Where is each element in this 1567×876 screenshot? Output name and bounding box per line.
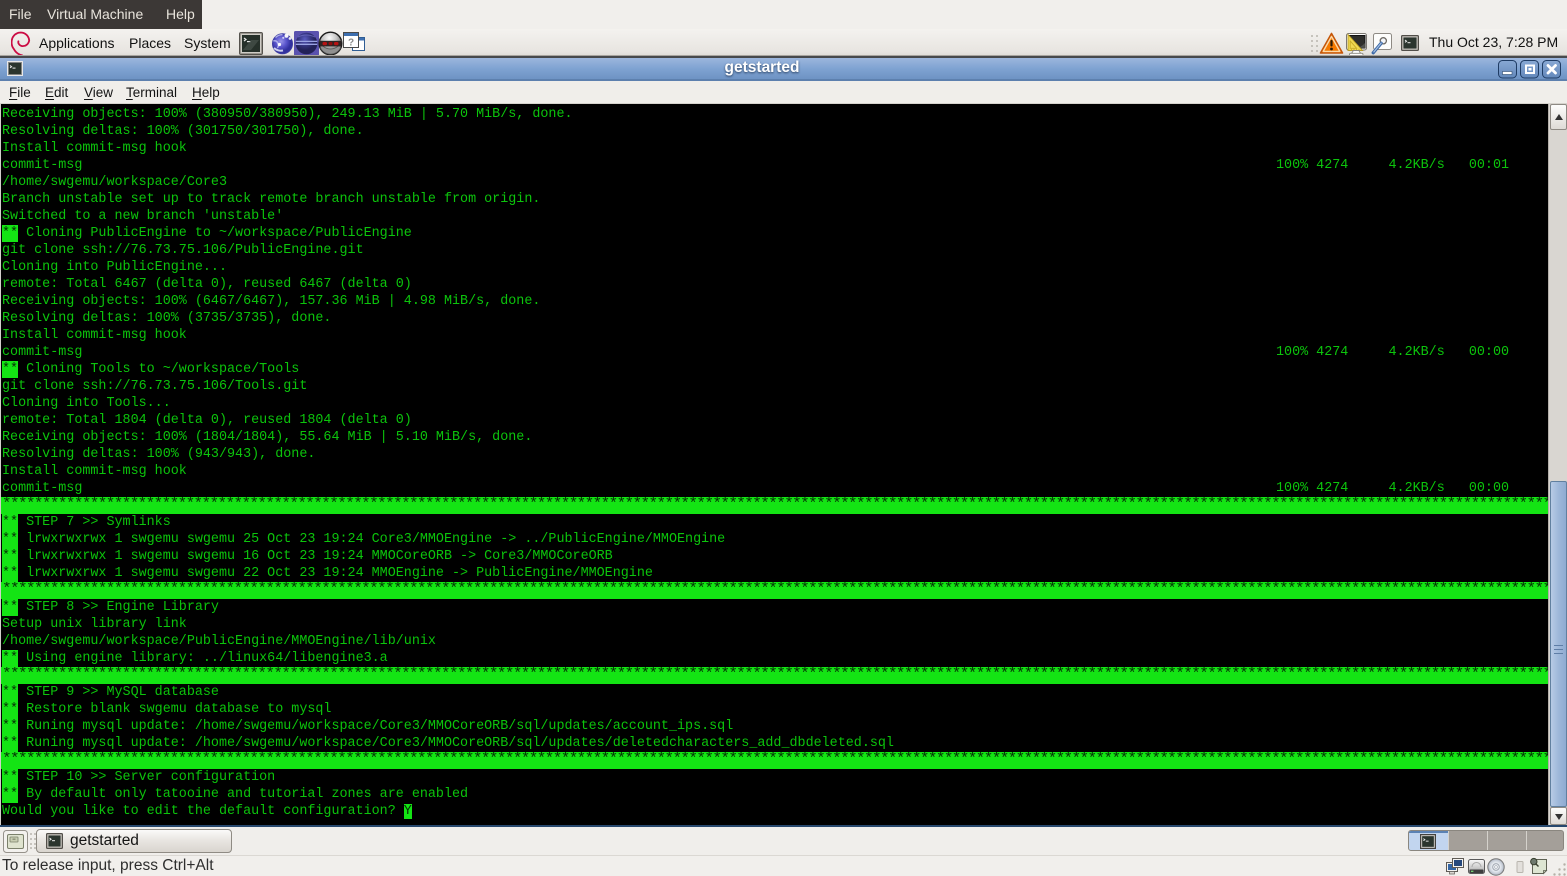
svg-text:?: ? [348,38,354,49]
